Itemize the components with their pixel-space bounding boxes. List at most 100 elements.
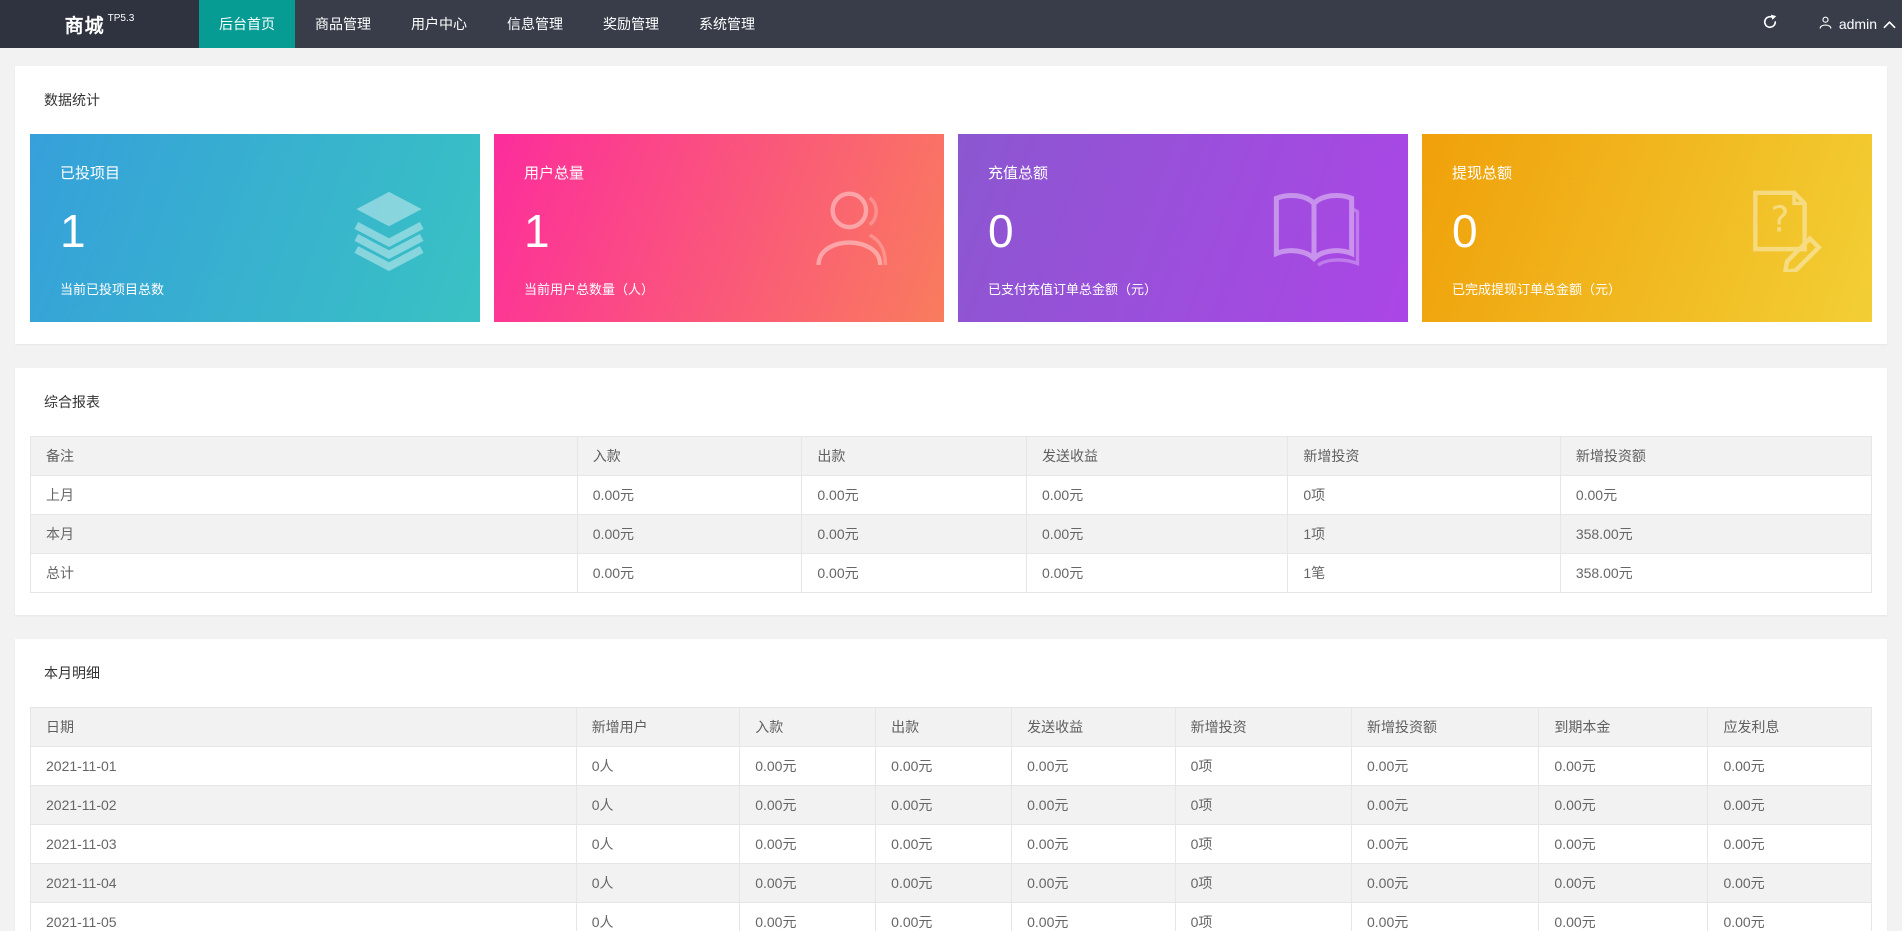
table-cell: 0项	[1174, 863, 1353, 903]
table-cell: 0.00元	[576, 553, 803, 593]
stat-card-desc: 当前用户总数量（人）	[524, 282, 655, 297]
detail-table: 日期 新增用户 入款 出款 发送收益 新增投资 新增投资额 到期本金 应发利息 2021-11-0…	[30, 707, 1872, 931]
report-panel: 综合报表 备注 入款 出款 发送收益 新增投资 新增投资额 上月 0.00元 0.00元 0.00…	[15, 368, 1887, 615]
table-cell: 2021-11-02	[30, 785, 577, 825]
table-cell: 0项	[1287, 475, 1561, 515]
person-icon	[808, 184, 896, 272]
table-cell: 0.00元	[1025, 514, 1289, 554]
table-cell: 本月	[30, 514, 578, 554]
column-header: 入款	[576, 436, 803, 476]
table-cell: 0.00元	[1707, 746, 1872, 786]
stat-cards-row: 已投项目 1 当前已投项目总数 用户总量 1 当前用户总数量（人） 充值总额 0 已支付充值订单…	[30, 134, 1872, 322]
table-cell: 0.00元	[875, 863, 1013, 903]
table-cell: 0.00元	[875, 902, 1013, 931]
column-header: 新增投资额	[1350, 707, 1540, 747]
table-row: 本月 0.00元 0.00元 0.00元 1项 358.00元	[30, 514, 1873, 554]
table-cell: 0.00元	[1707, 863, 1872, 903]
table-row: 2021-11-03 0人 0.00元 0.00元 0.00元 0项 0.00元 0.00元 0…	[30, 824, 1872, 864]
table-cell: 0.00元	[739, 824, 877, 864]
user-icon	[1818, 15, 1833, 33]
nav-item-2[interactable]: 用户中心	[391, 0, 487, 48]
nav-item-5[interactable]: 系统管理	[679, 0, 775, 48]
table-row: 2021-11-02 0人 0.00元 0.00元 0.00元 0项 0.00元 0.00元 0…	[30, 785, 1872, 825]
app-title: 商城	[64, 15, 105, 37]
stats-panel: 数据统计 已投项目 1 当前已投项目总数 用户总量 1 当前用户总数量（人） 充值总额 0 已支…	[15, 66, 1887, 344]
table-cell: 0.00元	[801, 553, 1027, 593]
stat-card-2[interactable]: 充值总额 0 已支付充值订单总金额（元）	[958, 134, 1408, 322]
top-navbar: 商城 TP5.3 后台首页 商品管理 用户中心 信息管理 奖励管理 系统管理 admin	[0, 0, 1902, 48]
user-menu[interactable]: admin	[1800, 0, 1902, 48]
stat-card-desc: 已完成提现订单总金额（元）	[1452, 282, 1622, 297]
column-header: 入款	[739, 707, 877, 747]
table-cell: 2021-11-05	[30, 902, 577, 931]
table-cell: 0.00元	[1350, 746, 1540, 786]
table-cell: 0人	[575, 785, 741, 825]
column-header: 新增投资	[1287, 436, 1561, 476]
refresh-button[interactable]	[1740, 0, 1800, 48]
table-cell: 0.00元	[576, 514, 803, 554]
app-version: TP5.3	[107, 12, 135, 24]
table-cell: 0人	[575, 863, 741, 903]
stat-card-title: 用户总量	[524, 165, 585, 182]
table-header-row: 日期 新增用户 入款 出款 发送收益 新增投资 新增投资额 到期本金 应发利息	[30, 707, 1872, 747]
username: admin	[1838, 16, 1877, 32]
table-cell: 总计	[30, 553, 578, 593]
refresh-icon	[1761, 13, 1779, 36]
stat-card-3[interactable]: 提现总额 0 已完成提现订单总金额（元）?	[1422, 134, 1872, 322]
table-cell: 0人	[575, 902, 741, 931]
nav-item-1[interactable]: 商品管理	[295, 0, 391, 48]
stat-card-0[interactable]: 已投项目 1 当前已投项目总数	[30, 134, 480, 322]
table-cell: 0人	[575, 824, 741, 864]
column-header: 日期	[30, 707, 577, 747]
table-cell: 0项	[1174, 746, 1353, 786]
stat-card-title: 提现总额	[1452, 165, 1513, 182]
table-cell: 0.00元	[1011, 746, 1176, 786]
table-cell: 0.00元	[1350, 824, 1540, 864]
table-cell: 0项	[1174, 785, 1353, 825]
table-cell: 0.00元	[1707, 902, 1872, 931]
table-cell: 上月	[30, 475, 578, 515]
nav-item-0[interactable]: 后台首页	[199, 0, 295, 48]
doc-question-icon: ?	[1736, 184, 1824, 272]
table-cell: 0项	[1174, 824, 1353, 864]
column-header: 发送收益	[1025, 436, 1289, 476]
column-header: 新增投资额	[1559, 436, 1873, 476]
column-header: 新增用户	[575, 707, 741, 747]
chevron-up-icon	[1883, 16, 1896, 32]
nav-item-4[interactable]: 奖励管理	[583, 0, 679, 48]
nav-item-3[interactable]: 信息管理	[487, 0, 583, 48]
column-header: 出款	[875, 707, 1013, 747]
table-cell: 0.00元	[1011, 902, 1176, 931]
table-cell: 0.00元	[1350, 785, 1540, 825]
table-cell: 0.00元	[1350, 863, 1540, 903]
table-cell: 0.00元	[875, 824, 1013, 864]
detail-panel: 本月明细 日期 新增用户 入款 出款 发送收益 新增投资 新增投资额 到期本金 应发利息 2021…	[15, 639, 1887, 931]
table-cell: 0.00元	[1350, 902, 1540, 931]
table-cell: 0.00元	[739, 902, 877, 931]
table-cell: 0.00元	[1707, 824, 1872, 864]
table-cell: 0.00元	[739, 863, 877, 903]
stat-card-1[interactable]: 用户总量 1 当前用户总数量（人）	[494, 134, 944, 322]
table-header-row: 备注 入款 出款 发送收益 新增投资 新增投资额	[30, 436, 1873, 476]
table-row: 总计 0.00元 0.00元 0.00元 1笔 358.00元	[30, 553, 1873, 593]
table-cell: 2021-11-04	[30, 863, 577, 903]
table-cell: 1笔	[1287, 553, 1561, 593]
column-header: 新增投资	[1174, 707, 1353, 747]
table-row: 2021-11-05 0人 0.00元 0.00元 0.00元 0项 0.00元 0.00元 0…	[30, 902, 1872, 931]
table-cell: 0.00元	[739, 785, 877, 825]
table-cell: 0.00元	[1559, 475, 1873, 515]
book-icon	[1268, 188, 1360, 268]
column-header: 出款	[801, 436, 1027, 476]
column-header: 到期本金	[1538, 707, 1709, 747]
table-cell: 0.00元	[576, 475, 803, 515]
table-cell: 0.00元	[1538, 902, 1709, 931]
table-cell: 0.00元	[1707, 785, 1872, 825]
app-logo[interactable]: 商城 TP5.3	[0, 0, 199, 48]
stat-card-title: 充值总额	[988, 165, 1049, 182]
table-cell: 0项	[1174, 902, 1353, 931]
table-cell: 0.00元	[801, 475, 1027, 515]
table-cell: 0人	[575, 746, 741, 786]
report-table: 备注 入款 出款 发送收益 新增投资 新增投资额 上月 0.00元 0.00元 0.00元 0项 0.…	[30, 436, 1873, 593]
stat-card-desc: 已支付充值订单总金额（元）	[988, 282, 1158, 297]
table-cell: 0.00元	[1538, 863, 1709, 903]
